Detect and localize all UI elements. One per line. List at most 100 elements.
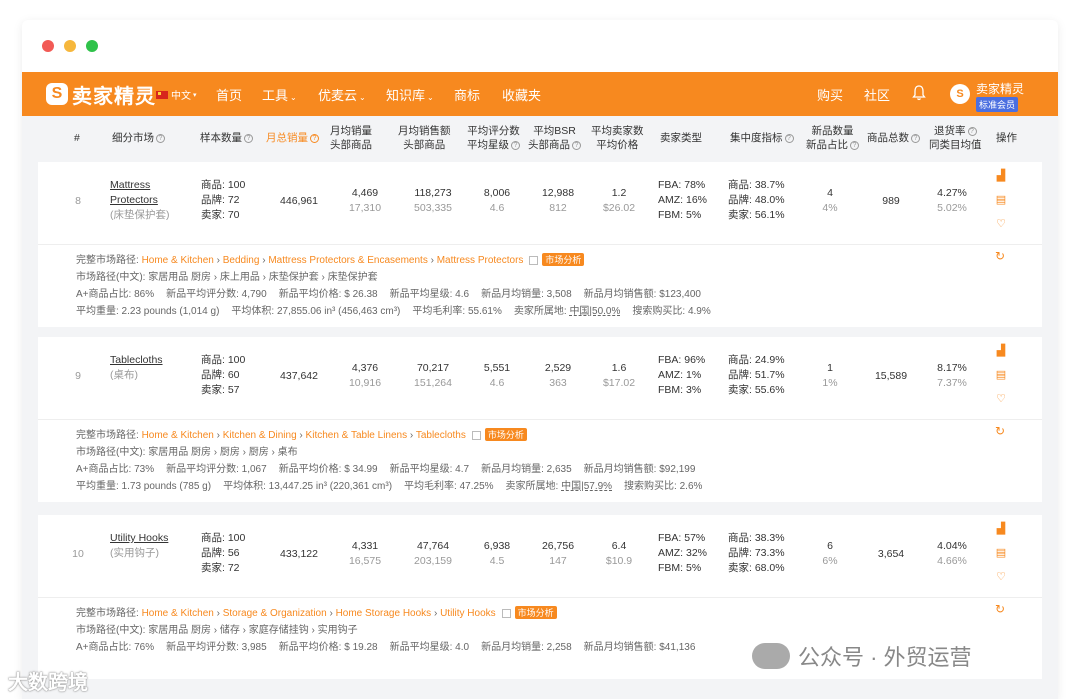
breadcrumb-link[interactable]: Home & Kitchen: [142, 255, 214, 266]
breadcrumb-link[interactable]: Home Storage Hooks: [336, 608, 432, 619]
col-index: #: [74, 132, 80, 144]
nav-item-5[interactable]: 收藏夹: [502, 85, 541, 104]
refresh-icon[interactable]: ↻: [995, 249, 1005, 263]
col-avg-rating[interactable]: 平均评分数 平均星级?: [467, 124, 520, 152]
heart-icon[interactable]: ♡: [995, 218, 1007, 230]
stat-item: 新品月均销量: 3,508: [481, 289, 572, 300]
nav-item-label: 商标: [454, 88, 481, 103]
col-avg-sales[interactable]: 月均销量 头部商品: [330, 124, 372, 152]
col-new[interactable]: 新品数量 新品占比?: [806, 124, 859, 152]
sample-count: 商品: 100: [201, 179, 246, 191]
help-icon[interactable]: ?: [784, 133, 794, 143]
close-window-button[interactable]: [42, 40, 54, 52]
cell: 1.2 $26.02: [590, 186, 648, 216]
cell: 8.17% 7.37%: [930, 361, 974, 391]
col-market[interactable]: 细分市场?: [112, 131, 165, 145]
nav-item-4[interactable]: 商标: [454, 85, 480, 104]
cell: 437,642: [268, 369, 330, 384]
breadcrumb-link[interactable]: Bedding: [223, 255, 260, 266]
col-sample[interactable]: 样本数量?: [200, 131, 253, 145]
return-avg-value: 5.02%: [937, 202, 967, 214]
nav-item-2[interactable]: 优麦云 ⌄: [318, 85, 366, 104]
chevron-down-icon: ⌄: [359, 93, 366, 102]
col-monthly-sales[interactable]: 月总销量?: [266, 131, 319, 145]
help-icon[interactable]: ?: [967, 126, 977, 136]
avatar[interactable]: S: [950, 84, 970, 104]
market-analysis-tag[interactable]: 市场分析: [484, 428, 527, 441]
market-detail: 完整市场路径: Home & Kitchen › Bedding › Mattr…: [38, 244, 1042, 323]
chart-icon[interactable]: ▟: [995, 345, 1007, 357]
minimize-window-button[interactable]: [64, 40, 76, 52]
document-icon[interactable]: ▤: [995, 369, 1007, 381]
cell: 商品: 24.9% 品牌: 51.7% 卖家: 55.6%: [728, 353, 808, 398]
refresh-icon[interactable]: ↻: [995, 424, 1005, 438]
col-avg-sellers[interactable]: 平均卖家数 平均价格: [591, 124, 644, 152]
language-selector[interactable]: 中文 ▾: [156, 87, 197, 102]
external-link-icon[interactable]: [501, 608, 511, 618]
seller-origin-value[interactable]: 中国|57.9%: [561, 481, 612, 492]
return-rate-value: 8.17%: [937, 362, 967, 374]
heart-icon[interactable]: ♡: [995, 393, 1007, 405]
market-analysis-tag[interactable]: 市场分析: [514, 606, 557, 619]
stat-item: 新品平均价格: $ 19.28: [278, 642, 378, 653]
stat-item: A+商品占比: 73%: [76, 464, 155, 475]
sample-count: 卖家: 72: [201, 562, 240, 574]
breadcrumb-link[interactable]: Utility Hooks: [440, 608, 496, 619]
help-icon[interactable]: ?: [911, 133, 920, 143]
external-link-icon[interactable]: [529, 255, 539, 265]
help-icon[interactable]: ?: [156, 133, 165, 143]
help-icon[interactable]: ?: [244, 133, 253, 143]
market-name-link[interactable]: Mattress: [110, 179, 150, 191]
market-path-label: 完整市场路径:: [76, 430, 139, 441]
market-name-link[interactable]: Protectors: [110, 194, 158, 206]
nav-item-0[interactable]: 首页: [216, 85, 242, 104]
maximize-window-button[interactable]: [86, 40, 98, 52]
avg-bsr-value: 2,529: [544, 362, 572, 374]
col-concentration[interactable]: 集中度指标?: [730, 131, 794, 145]
avg-sales-head: 17,310: [348, 202, 382, 214]
col-seller-type[interactable]: 卖家类型: [660, 131, 702, 145]
col-total[interactable]: 商品总数?: [867, 131, 920, 145]
help-icon[interactable]: ?: [511, 140, 520, 150]
col-avg-revenue[interactable]: 月均销售额 头部商品: [398, 124, 451, 152]
seller-origin-label: 卖家所属地:: [505, 481, 559, 492]
help-icon[interactable]: ?: [572, 140, 581, 150]
document-icon[interactable]: ▤: [995, 194, 1007, 206]
seller-origin-value[interactable]: 中国|50.0%: [569, 306, 620, 317]
user-name[interactable]: 卖家精灵: [976, 80, 1024, 97]
breadcrumb-link[interactable]: Mattress Protectors & Encasements: [268, 255, 428, 266]
market-analysis-tag[interactable]: 市场分析: [542, 253, 585, 266]
breadcrumb-link[interactable]: Home & Kitchen: [142, 608, 214, 619]
external-link-icon[interactable]: [471, 430, 481, 440]
cell: 商品: 38.3% 品牌: 73.3% 卖家: 68.0%: [728, 531, 808, 576]
help-icon[interactable]: ?: [850, 140, 859, 150]
breadcrumb-link[interactable]: Home & Kitchen: [142, 430, 214, 441]
avg-sellers-value: 1.2: [611, 187, 627, 199]
refresh-icon[interactable]: ↻: [995, 602, 1005, 616]
breadcrumb-link[interactable]: Mattress Protectors: [437, 255, 524, 266]
breadcrumb-link[interactable]: Kitchen & Dining: [223, 430, 297, 441]
nav-item-1[interactable]: 工具 ⌄: [262, 85, 297, 104]
col-avg-sellers-label: 平均卖家数: [591, 125, 644, 137]
col-return[interactable]: 退货率? 同类目均值: [929, 124, 982, 152]
breadcrumb-separator: ›: [259, 255, 269, 266]
market-name-link[interactable]: Utility Hooks: [110, 532, 168, 544]
help-icon[interactable]: ?: [310, 133, 319, 143]
col-avg-bsr[interactable]: 平均BSR 头部商品?: [528, 124, 581, 152]
document-icon[interactable]: ▤: [995, 547, 1007, 559]
total-value: 3,654: [877, 548, 905, 560]
chart-icon[interactable]: ▟: [995, 170, 1007, 182]
cell: 3,654: [868, 547, 914, 562]
heart-icon[interactable]: ♡: [995, 571, 1007, 583]
nav-item-3[interactable]: 知识库 ⌄: [386, 85, 434, 104]
bell-icon[interactable]: [912, 85, 926, 101]
market-name-link[interactable]: Tablecloths: [110, 354, 163, 366]
logo[interactable]: S 卖家精灵: [46, 80, 156, 108]
nav-community[interactable]: 社区: [864, 85, 890, 104]
breadcrumb-link[interactable]: Kitchen & Table Linens: [306, 430, 408, 441]
wechat-icon: [752, 643, 790, 669]
chart-icon[interactable]: ▟: [995, 523, 1007, 535]
breadcrumb-link[interactable]: Storage & Organization: [223, 608, 327, 619]
breadcrumb-link[interactable]: Tablecloths: [416, 430, 466, 441]
nav-buy[interactable]: 购买: [817, 85, 843, 104]
